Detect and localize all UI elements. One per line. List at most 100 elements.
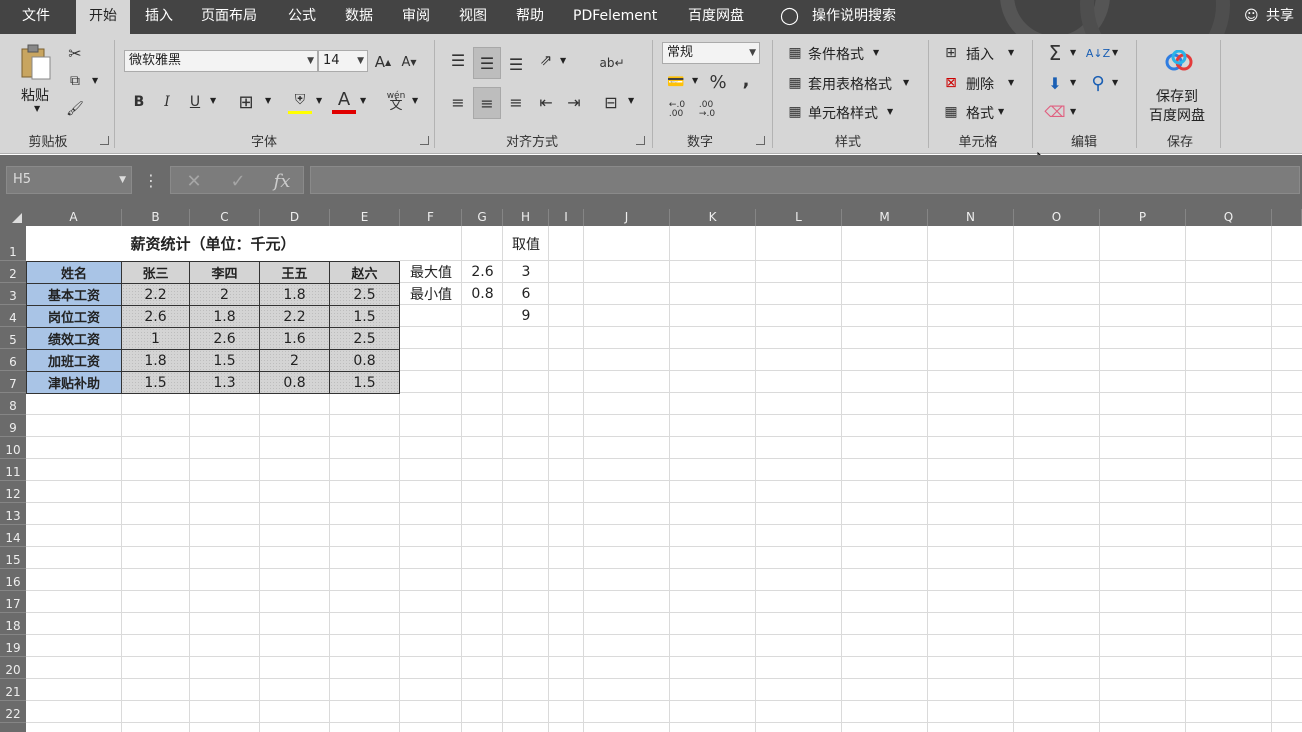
insert-cells-icon[interactable]: ⊞	[940, 42, 962, 64]
row-header[interactable]: 14	[0, 525, 26, 547]
tab-file[interactable]: 文件	[22, 0, 50, 34]
row-header[interactable]: 3	[0, 283, 26, 305]
table-cell[interactable]: 2.6	[189, 327, 260, 350]
fill-dropdown-icon[interactable]: ▼	[1070, 78, 1076, 87]
row-header[interactable]: 20	[0, 657, 26, 679]
underline-button[interactable]: U	[184, 90, 206, 114]
align-right-icon[interactable]: ≡	[504, 90, 528, 114]
table-cell[interactable]: 1.5	[189, 349, 260, 372]
column-header-e[interactable]: E	[330, 209, 400, 226]
conditional-format-icon[interactable]: ▦	[784, 42, 806, 64]
align-left-icon[interactable]: ≡	[446, 90, 470, 114]
table-cell[interactable]: 1.8	[121, 349, 190, 372]
row-header[interactable]: 2	[0, 261, 26, 283]
pinyin-dropdown-icon[interactable]: ▼	[412, 96, 418, 105]
table-cell[interactable]: 1.5	[329, 371, 400, 394]
format-painter-icon[interactable]: 🖌	[64, 98, 86, 120]
row-header[interactable]: 16	[0, 569, 26, 591]
format-as-table-icon[interactable]: ▦	[784, 72, 806, 94]
cancel-icon[interactable]: ✕	[181, 167, 207, 195]
name-box[interactable]: H5 ▼	[6, 166, 132, 194]
borders-dropdown-icon[interactable]: ▼	[265, 96, 271, 105]
cut-icon[interactable]: ✂	[64, 42, 86, 64]
italic-button[interactable]: I	[156, 90, 178, 114]
row-header[interactable]: 17	[0, 591, 26, 613]
max-value-cell[interactable]: 2.6	[462, 261, 503, 283]
table-cell[interactable]: 1.5	[121, 371, 190, 394]
column-header-j[interactable]: J	[584, 209, 670, 226]
row-label-cell[interactable]: 基本工资	[26, 283, 122, 306]
column-header-a[interactable]: A	[26, 209, 122, 226]
pinyin-icon[interactable]: wén 文	[382, 88, 410, 114]
tab-help[interactable]: 帮助	[516, 0, 544, 34]
table-cell[interactable]: 1.8	[259, 283, 330, 306]
format-as-table-dropdown-icon[interactable]: ▼	[903, 78, 909, 87]
align-center-icon[interactable]: ≡	[473, 87, 501, 119]
number-format-dropdown[interactable]: 常规 ▼	[662, 42, 760, 64]
font-size-dropdown[interactable]: 14 ▼	[318, 50, 368, 72]
column-header-p[interactable]: P	[1100, 209, 1186, 226]
table-cell[interactable]: 1.5	[329, 305, 400, 328]
decrease-indent-icon[interactable]: ⇤	[534, 90, 558, 114]
decrease-font-icon[interactable]: A ▼	[398, 51, 420, 73]
delete-button[interactable]: 删除	[966, 74, 994, 94]
pick-header-cell[interactable]: 取值	[503, 226, 549, 261]
row-header[interactable]: 13	[0, 503, 26, 525]
row-header[interactable]: 6	[0, 349, 26, 371]
row-header[interactable]: 1	[0, 226, 26, 261]
table-header-cell[interactable]: 王五	[259, 261, 330, 284]
formula-input[interactable]	[310, 166, 1300, 194]
delete-dropdown-icon[interactable]: ▼	[1008, 78, 1014, 87]
row-header[interactable]: 18	[0, 613, 26, 635]
table-cell[interactable]: 2.5	[329, 327, 400, 350]
conditional-format-dropdown-icon[interactable]: ▼	[873, 48, 879, 57]
tab-insert[interactable]: 插入	[145, 0, 173, 34]
percent-button[interactable]: %	[706, 70, 730, 94]
font-launcher-icon[interactable]	[420, 136, 429, 145]
table-cell[interactable]: 2	[189, 283, 260, 306]
insert-dropdown-icon[interactable]: ▼	[1008, 48, 1014, 57]
column-header-k[interactable]: K	[670, 209, 756, 226]
column-header-h[interactable]: H	[503, 209, 549, 226]
select-all-corner[interactable]	[0, 209, 26, 226]
cell-styles-dropdown-icon[interactable]: ▼	[887, 107, 893, 116]
save-to-label-line2[interactable]: 百度网盘	[1149, 105, 1205, 125]
worksheet-grid[interactable]: A B C D E F G H I J K L M N O P Q 1 2 3 …	[0, 209, 1302, 732]
column-header-f[interactable]: F	[400, 209, 462, 226]
column-header-m[interactable]: M	[842, 209, 928, 226]
autosum-dropdown-icon[interactable]: ▼	[1070, 48, 1076, 57]
tab-view[interactable]: 视图	[459, 0, 487, 34]
column-header-partial[interactable]	[1272, 209, 1302, 226]
alignment-launcher-icon[interactable]	[636, 136, 645, 145]
row-header[interactable]: 7	[0, 371, 26, 393]
row-header[interactable]: 22	[0, 701, 26, 723]
align-bottom-icon[interactable]: ☰	[504, 52, 528, 76]
accounting-dropdown-icon[interactable]: ▼	[692, 76, 698, 85]
fill-down-icon[interactable]: ⬇	[1044, 72, 1066, 94]
align-middle-icon[interactable]: ☰	[473, 47, 501, 79]
align-top-icon[interactable]: ☰	[446, 48, 470, 72]
wrap-text-icon[interactable]: ab↵	[599, 48, 624, 78]
table-cell[interactable]: 2.5	[329, 283, 400, 306]
table-cell[interactable]: 0.8	[259, 371, 330, 394]
insert-button[interactable]: 插入	[966, 44, 994, 64]
column-header-i[interactable]: I	[549, 209, 584, 226]
row-header[interactable]: 15	[0, 547, 26, 569]
sort-filter-icon[interactable]: A↓Z	[1086, 42, 1110, 64]
tab-home[interactable]: 开始	[76, 0, 130, 34]
user-icon[interactable]: ☺	[1244, 0, 1259, 34]
table-cell[interactable]: 2	[259, 349, 330, 372]
table-cell[interactable]: 2.2	[259, 305, 330, 328]
table-cell[interactable]: 1.8	[189, 305, 260, 328]
row-header[interactable]: 21	[0, 679, 26, 701]
table-cell[interactable]: 1.3	[189, 371, 260, 394]
lightbulb-icon[interactable]: ◯	[780, 0, 799, 34]
column-header-b[interactable]: B	[122, 209, 190, 226]
row-label-cell[interactable]: 绩效工资	[26, 327, 122, 350]
table-cell[interactable]: 1.6	[259, 327, 330, 350]
row-header[interactable]: 19	[0, 635, 26, 657]
orientation-icon[interactable]: ⇗	[534, 48, 558, 72]
table-header-cell[interactable]: 张三	[121, 261, 190, 284]
row-header[interactable]: 10	[0, 437, 26, 459]
format-as-table-button[interactable]: 套用表格格式	[808, 74, 892, 94]
